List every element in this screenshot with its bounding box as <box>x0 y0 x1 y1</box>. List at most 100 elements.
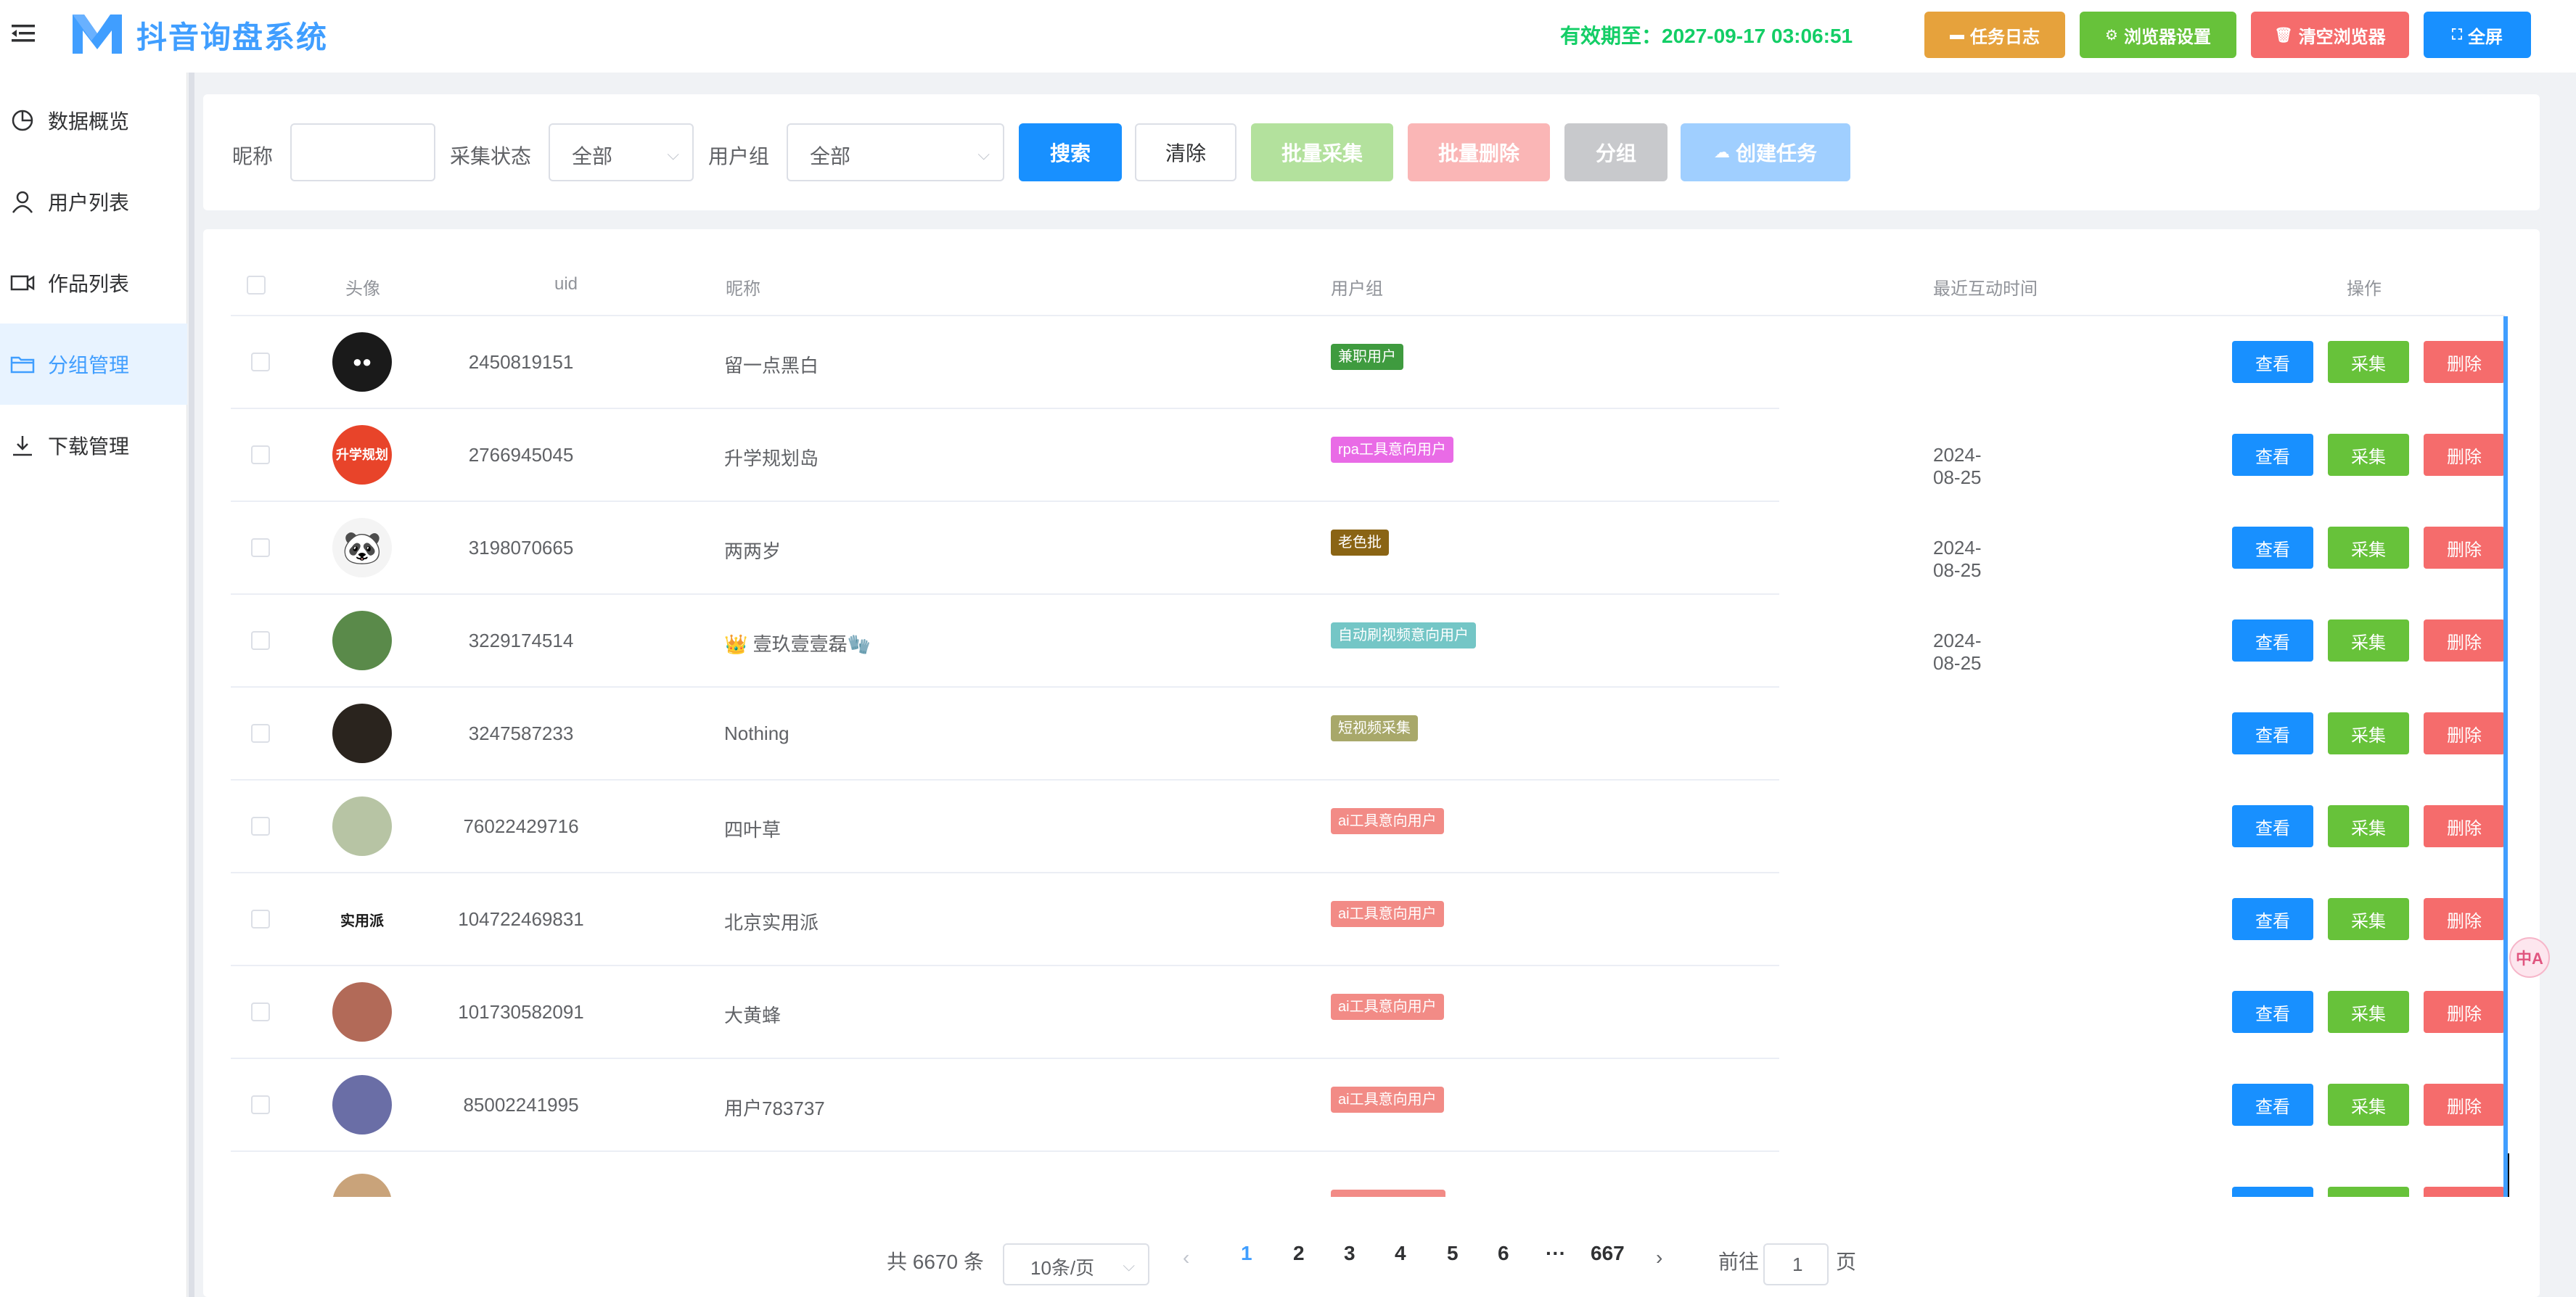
page-3[interactable]: 3 <box>1344 1242 1355 1265</box>
group-tag: ai工具意向用户 <box>1331 1087 1444 1113</box>
row-checkbox[interactable] <box>251 631 270 650</box>
column-header-nickname: 昵称 <box>726 279 760 299</box>
status-label: 采集状态 <box>450 145 532 168</box>
row-checkbox[interactable] <box>251 1002 270 1021</box>
avatar <box>332 1075 392 1135</box>
collect-button[interactable]: 采集 <box>2328 434 2409 476</box>
create-task-button[interactable]: ☁ 创建任务 <box>1681 123 1850 181</box>
more-pages[interactable]: ··· <box>1546 1242 1566 1265</box>
column-header-actions: 操作 <box>2347 279 2382 299</box>
table-scrollbar[interactable] <box>2503 316 2508 1197</box>
nickname-cell: 两两岁 <box>724 540 782 562</box>
row-checkbox[interactable] <box>251 538 270 557</box>
page-6[interactable]: 6 <box>1498 1242 1509 1265</box>
group-tag: ai工具意向用户 <box>1331 901 1444 927</box>
delete-button[interactable]: 删除 <box>2424 712 2505 754</box>
table-row: 3229174514 👑 壹玖壹壹磊🧤 自动刷视频意向用户 2024-08-25… <box>231 595 2505 688</box>
view-button[interactable]: 查看 <box>2232 712 2313 754</box>
monitor-icon: ▬ <box>1950 26 1964 43</box>
prev-page-icon[interactable]: ‹ <box>1183 1246 1189 1269</box>
sidebar-scrollbar[interactable] <box>189 73 194 1297</box>
view-button[interactable]: 查看 <box>2232 341 2313 383</box>
row-checkbox[interactable] <box>251 1095 270 1114</box>
delete-button[interactable]: 删除 <box>2424 527 2505 569</box>
search-button[interactable]: 搜索 <box>1019 123 1122 181</box>
sidebar-item-works[interactable]: 作品列表 <box>0 242 187 324</box>
page-4[interactable]: 4 <box>1395 1242 1406 1265</box>
avatar <box>332 982 392 1042</box>
view-button[interactable]: 查看 <box>2232 805 2313 847</box>
row-checkbox[interactable] <box>251 817 270 836</box>
batch-delete-button[interactable]: 批量删除 <box>1408 123 1550 181</box>
avatar: 🐼 <box>332 518 392 577</box>
row-checkbox[interactable] <box>251 724 270 743</box>
collect-button[interactable]: 采集 <box>2328 619 2409 662</box>
next-page-icon[interactable]: › <box>1656 1246 1662 1269</box>
avatar <box>332 704 392 763</box>
view-button[interactable]: 查看 <box>2232 527 2313 569</box>
group-label: 用户组 <box>708 145 770 168</box>
collect-button[interactable]: 采集 <box>2328 1084 2409 1126</box>
task-log-button[interactable]: ▬ 任务日志 <box>1924 12 2065 58</box>
table-row: 实用派 104722469831 北京实用派 ai工具意向用户 查看 采集 删除 <box>231 873 2505 966</box>
page-2[interactable]: 2 <box>1293 1242 1305 1265</box>
delete-button[interactable]: 删除 <box>2424 805 2505 847</box>
sidebar-item-label: 下载管理 <box>48 435 130 458</box>
collect-button[interactable]: 采集 <box>2328 991 2409 1033</box>
sidebar-item-overview[interactable]: 数据概览 <box>0 80 187 161</box>
expiry-date: 有效期至：2027-09-17 03:06:51 <box>1560 25 1853 47</box>
row-checkbox[interactable] <box>251 910 270 929</box>
delete-button[interactable]: 删除 <box>2424 434 2505 476</box>
column-header-group: 用户组 <box>1331 279 1383 299</box>
status-select[interactable]: 全部 ⌵ <box>549 123 694 181</box>
translate-icon[interactable]: 中A <box>2509 937 2550 978</box>
nickname-input[interactable] <box>290 123 435 181</box>
delete-button-partial <box>2424 1187 2505 1197</box>
sidebar-item-downloads[interactable]: 下载管理 <box>0 405 187 486</box>
browser-settings-button[interactable]: ⚙ 浏览器设置 <box>2080 12 2236 58</box>
row-checkbox[interactable] <box>251 353 270 371</box>
view-button[interactable]: 查看 <box>2232 898 2313 940</box>
delete-button[interactable]: 删除 <box>2424 1084 2505 1126</box>
group-select[interactable]: 全部 ⌵ <box>787 123 1004 181</box>
avatar <box>332 1174 392 1197</box>
page-1[interactable]: 1 <box>1241 1242 1252 1265</box>
goto-label: 前往 <box>1718 1251 1760 1273</box>
group-button[interactable]: 分组 <box>1564 123 1668 181</box>
delete-button[interactable]: 删除 <box>2424 341 2505 383</box>
delete-button[interactable]: 删除 <box>2424 991 2505 1033</box>
chevron-down-icon: ⌵ <box>667 145 679 163</box>
group-tag: rpa工具意向用户 <box>1331 437 1453 463</box>
sidebar-item-groups[interactable]: 分组管理 <box>0 324 187 405</box>
view-button[interactable]: 查看 <box>2232 434 2313 476</box>
total-count: 共 6670 条 <box>887 1251 984 1273</box>
collect-button[interactable]: 采集 <box>2328 805 2409 847</box>
table-row: 76022429716 四叶草 ai工具意向用户 查看 采集 删除 <box>231 781 2505 873</box>
uid-cell: 3229174514 <box>468 630 574 651</box>
view-button-partial <box>2232 1187 2313 1197</box>
view-button[interactable]: 查看 <box>2232 991 2313 1033</box>
select-all-checkbox[interactable] <box>247 276 266 295</box>
batch-collect-button[interactable]: 批量采集 <box>1251 123 1393 181</box>
collect-button[interactable]: 采集 <box>2328 341 2409 383</box>
delete-button[interactable]: 删除 <box>2424 898 2505 940</box>
clear-browser-button[interactable]: 🗑 清空浏览器 <box>2251 12 2409 58</box>
collect-button[interactable]: 采集 <box>2328 527 2409 569</box>
page-size-select[interactable]: 10条/页 ⌵ <box>1003 1243 1149 1285</box>
collect-button[interactable]: 采集 <box>2328 712 2409 754</box>
goto-page-input[interactable]: 1 <box>1763 1243 1829 1285</box>
page-5[interactable]: 5 <box>1447 1242 1459 1265</box>
view-button[interactable]: 查看 <box>2232 619 2313 662</box>
sidebar-item-users[interactable]: 用户列表 <box>0 161 187 242</box>
row-checkbox[interactable] <box>251 445 270 464</box>
delete-button[interactable]: 删除 <box>2424 619 2505 662</box>
page-667[interactable]: 667 <box>1591 1242 1625 1265</box>
fullscreen-button[interactable]: ⛶ 全屏 <box>2424 12 2531 58</box>
view-button[interactable]: 查看 <box>2232 1084 2313 1126</box>
menu-fold-icon[interactable] <box>10 20 36 46</box>
table-row-partial <box>231 1161 2505 1197</box>
avatar <box>332 796 392 856</box>
clear-button[interactable]: 清除 <box>1135 123 1236 181</box>
uid-cell: 3198070665 <box>468 537 574 559</box>
collect-button[interactable]: 采集 <box>2328 898 2409 940</box>
